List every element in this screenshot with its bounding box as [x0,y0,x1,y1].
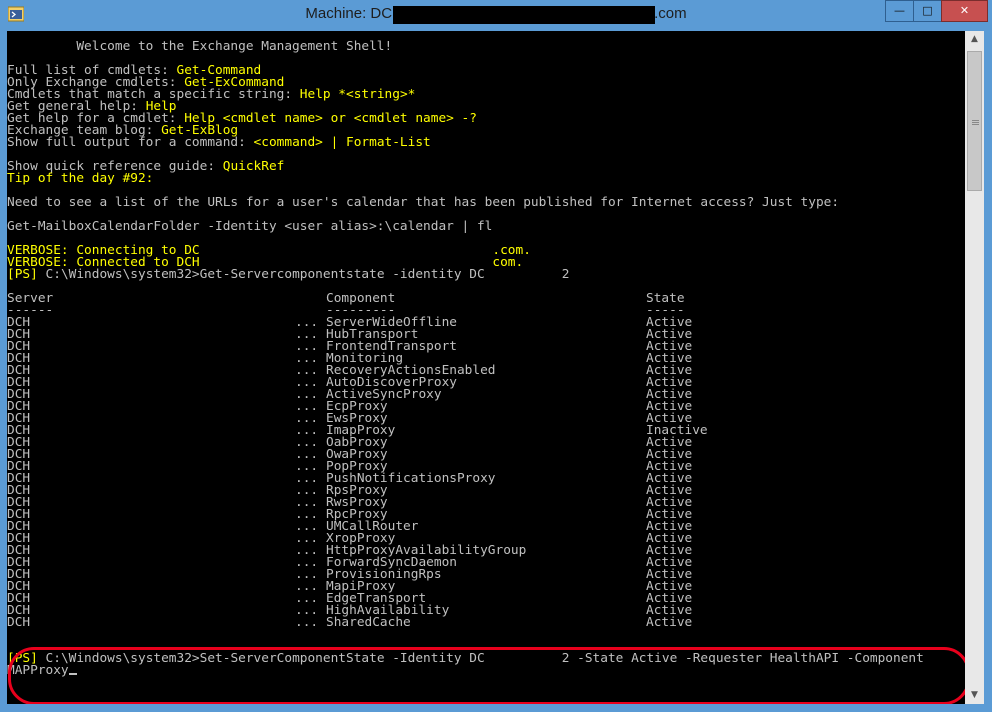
close-button[interactable]: ✕ [941,0,988,22]
row-state: Active [646,615,693,630]
console-output[interactable]: Welcome to the Exchange Management Shell… [7,31,965,704]
redaction-bar [393,6,655,24]
powershell-window: Machine: DC .com — □ ✕ Welcome to the Exc… [0,0,992,712]
tip-heading: Tip of the day #92: [7,171,154,186]
scroll-thumb[interactable] [967,51,982,191]
row-component: SharedCache [326,615,411,630]
scroll-down-arrow-icon[interactable]: ▼ [965,687,984,704]
highlight-annotation [8,647,965,704]
vertical-scrollbar[interactable]: ▲ ▼ [965,31,984,704]
maximize-button[interactable]: □ [913,0,942,22]
help-label: Show full output for a command: [7,135,254,150]
minimize-button[interactable]: — [885,0,914,22]
help-command: <command> | Format-List [253,135,431,150]
row-ellipsis: ... [295,615,319,630]
welcome-line: Welcome to the Exchange Management Shell… [7,39,393,54]
help-line: Show full output for a command: <command… [7,135,431,150]
prompt-get-state: [PS] C:\Windows\system32>Get-Servercompo… [7,267,570,282]
tip-command: Get-MailboxCalendarFolder -Identity <use… [7,219,493,234]
title-bar[interactable]: Machine: DC .com — □ ✕ [0,0,992,30]
row-server: DCH [7,615,31,630]
help-command: Help *<string>* [299,87,416,102]
tip-text: Need to see a list of the URLs for a use… [7,195,840,210]
scroll-up-arrow-icon[interactable]: ▲ [965,31,984,48]
